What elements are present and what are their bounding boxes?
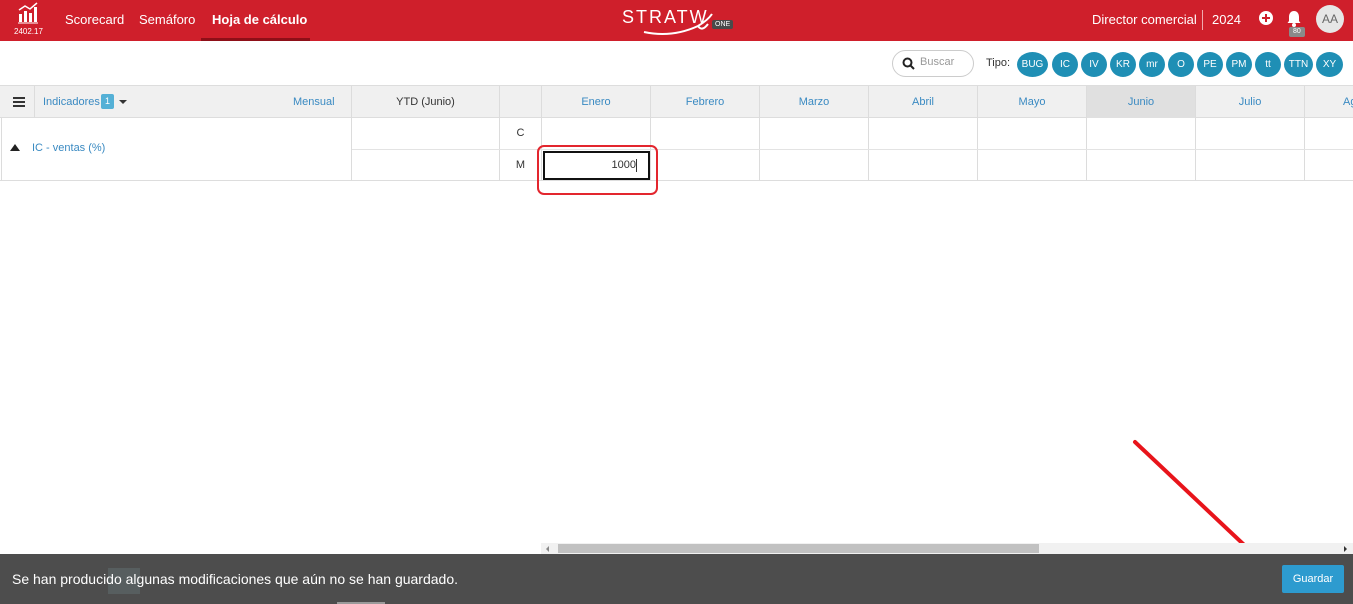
row-code-c: C [516, 127, 525, 139]
divider [352, 149, 1353, 150]
divider [1, 118, 2, 181]
active-tab-indicator [201, 38, 310, 41]
scrollbar-thumb[interactable] [558, 544, 1039, 553]
nav-semaforo[interactable]: Semáforo [139, 12, 195, 27]
notification-count-badge: 80 [1289, 27, 1305, 37]
nav-scorecard[interactable]: Scorecard [65, 12, 124, 27]
scroll-right-icon[interactable] [1344, 546, 1347, 552]
month-header-enero: Enero [542, 86, 651, 118]
month-header-marzo: Marzo [760, 86, 869, 118]
brand-swoosh-icon [643, 13, 713, 35]
frequency-selector[interactable]: Mensual [293, 96, 335, 108]
month-header-abril: Abril [869, 86, 978, 118]
app-logo[interactable]: 2402.17 [12, 2, 44, 38]
month-header-julio: Julio [1196, 86, 1305, 118]
indicator-row: IC - ventas (%) C M 1000 [0, 118, 1353, 181]
type-chip-tt[interactable]: tt [1255, 52, 1281, 77]
month-header-junio: Junio [1087, 86, 1196, 118]
brand-edition: ONE [712, 20, 734, 29]
type-chip-xy[interactable]: XY [1316, 52, 1343, 77]
ytd-header: YTD (Junio) [352, 86, 500, 118]
indicators-header[interactable]: Indicadores [43, 96, 100, 108]
row-code-m: M [515, 159, 526, 171]
unsaved-changes-message: Se han producido algunas modificaciones … [12, 571, 458, 587]
indicator-label: IC - ventas (%) [32, 142, 106, 154]
hamburger-menu-icon[interactable] [2, 86, 35, 118]
search-icon [902, 57, 915, 70]
grid-header-row: Indicadores 1 Mensual YTD (Junio) Enero … [0, 85, 1353, 118]
user-role[interactable]: Director comercial [1092, 12, 1197, 27]
avatar[interactable]: AA [1316, 5, 1344, 33]
search-input[interactable] [920, 56, 970, 68]
type-chip-pm[interactable]: PM [1226, 52, 1252, 77]
app-version: 2402.17 [14, 27, 43, 36]
year-selector[interactable]: 2024 [1212, 12, 1241, 27]
type-chip-ic[interactable]: IC [1052, 52, 1078, 77]
type-chip-kr[interactable]: KR [1110, 52, 1136, 77]
scroll-left-icon[interactable] [546, 546, 549, 552]
top-bar: 2402.17 Scorecard Semáforo Hoja de cálcu… [0, 0, 1353, 41]
caret-down-icon[interactable] [119, 100, 127, 104]
unsaved-changes-bar: Se han producido algunas modificaciones … [0, 554, 1353, 604]
edited-cell-highlight [537, 145, 658, 195]
add-circle-icon[interactable] [1259, 11, 1273, 25]
nav-hoja-de-calculo[interactable]: Hoja de cálculo [212, 12, 307, 27]
horizontal-scrollbar[interactable] [541, 543, 1353, 554]
divider [1202, 10, 1203, 30]
indicator-name[interactable]: IC - ventas (%) [10, 142, 105, 154]
code-header [500, 86, 542, 118]
month-header-mayo: Mayo [978, 86, 1087, 118]
month-header-agosto: Ag [1343, 96, 1353, 108]
month-header-febrero: Febrero [651, 86, 760, 118]
indicators-count-badge: 1 [101, 94, 114, 109]
save-button[interactable]: Guardar [1282, 565, 1344, 593]
type-chip-pe[interactable]: PE [1197, 52, 1223, 77]
type-chip-bug[interactable]: BUG [1017, 52, 1048, 77]
bell-icon[interactable] [1286, 10, 1302, 28]
type-filter-label: Tipo: [986, 57, 1011, 69]
type-chip-ttn[interactable]: TTN [1284, 52, 1313, 77]
type-chip-o[interactable]: O [1168, 52, 1194, 77]
search-box[interactable] [892, 50, 974, 77]
type-chip-iv[interactable]: IV [1081, 52, 1107, 77]
type-chip-mr[interactable]: mr [1139, 52, 1165, 77]
brand-logo: STRATW ONE [622, 6, 734, 36]
chart-logo-icon [18, 2, 38, 24]
collapse-triangle-icon[interactable] [10, 144, 20, 151]
